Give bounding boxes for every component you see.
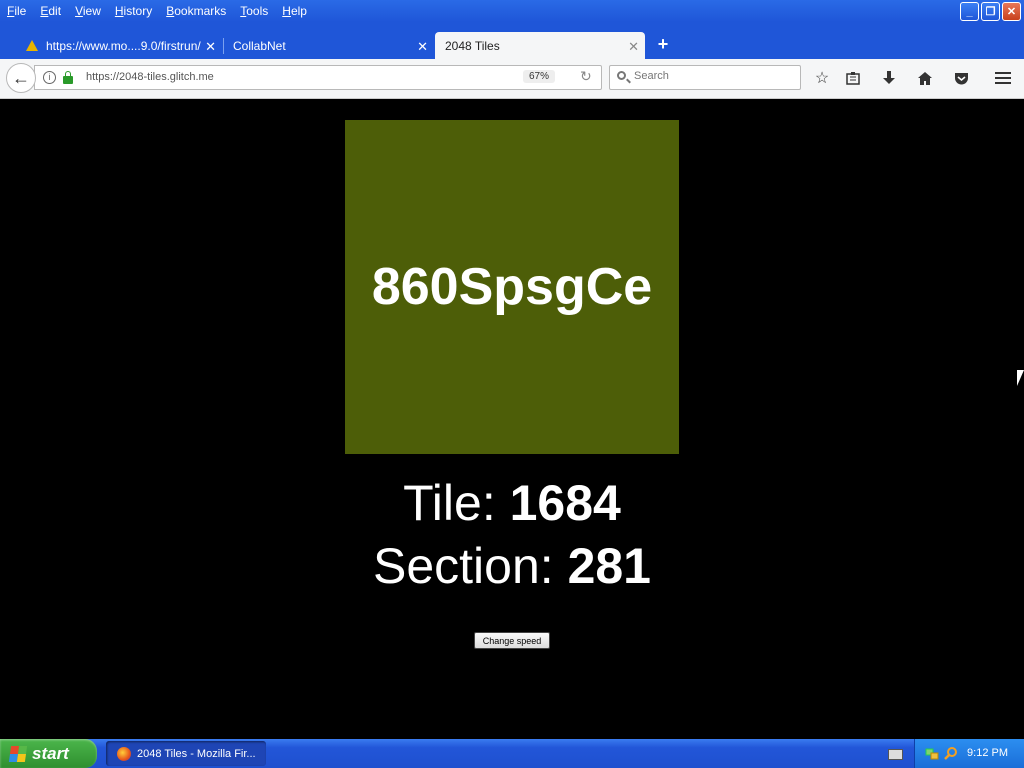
title-bar: File Edit View History Bookmarks Tools H… (0, 0, 1024, 22)
warning-icon (26, 40, 38, 51)
section-counter-label: Section: (373, 538, 568, 594)
close-window-button[interactable]: ✕ (1002, 2, 1021, 21)
page-content: 860SpsgCe Tile: 1684 Section: 281 Change… (0, 99, 1024, 739)
close-tab-icon[interactable]: ✕ (628, 39, 639, 55)
menu-tools[interactable]: Tools (233, 0, 275, 22)
new-tab-icon[interactable]: + (655, 32, 671, 56)
reading-list-icon[interactable] (842, 67, 864, 89)
zoom-indicator[interactable]: 67% (523, 70, 556, 83)
menu-bookmarks[interactable]: Bookmarks (159, 0, 233, 22)
download-icon[interactable] (878, 67, 900, 89)
close-tab-icon[interactable]: ✕ (417, 39, 428, 55)
tab-label: 2048 Tiles (445, 38, 500, 53)
menu-file[interactable]: File (0, 0, 33, 22)
search-icon (617, 71, 626, 80)
tab-collabnet[interactable]: CollabNet ✕ (224, 32, 434, 59)
bookmark-star-icon[interactable]: ☆ (811, 67, 833, 89)
game-tile: 860SpsgCe (345, 120, 679, 454)
nav-bar: i https://2048-tiles.glitch.me 67% ↻ ← ☆ (0, 59, 1024, 99)
tab-firstrun[interactable]: https://www.mo....9.0/firstrun/ ✕ (0, 32, 222, 59)
section-counter-value: 281 (567, 538, 651, 594)
hamburger-menu-icon[interactable] (992, 67, 1014, 89)
close-tab-icon[interactable]: ✕ (205, 39, 216, 55)
taskbar-item-label: 2048 Tiles - Mozilla Fir... (137, 747, 256, 760)
lock-icon (63, 71, 73, 84)
section-counter: Section: 281 (0, 537, 1024, 595)
network-icon[interactable] (925, 746, 939, 760)
tile-text: 860SpsgCe (371, 258, 653, 316)
tab-label: CollabNet (233, 38, 286, 53)
search-input[interactable] (632, 69, 796, 83)
keyboard-icon[interactable] (888, 749, 903, 760)
start-button[interactable]: start (0, 739, 97, 768)
restore-button[interactable]: ❐ (981, 2, 1000, 21)
menu-edit[interactable]: Edit (33, 0, 68, 22)
home-icon[interactable] (914, 67, 936, 89)
minimize-button[interactable]: _ (960, 2, 979, 21)
clock: 9:12 PM (967, 747, 1008, 759)
menu-help[interactable]: Help (275, 0, 314, 22)
start-label: start (32, 743, 69, 763)
tile-counter-value: 1684 (509, 475, 621, 531)
tab-2048-tiles[interactable]: 2048 Tiles ✕ (435, 32, 645, 59)
taskbar: start 2048 Tiles - Mozilla Fir... 9:12 P… (0, 739, 1024, 768)
windows-logo-icon (8, 745, 28, 762)
menu-view[interactable]: View (68, 0, 108, 22)
info-icon[interactable]: i (43, 71, 56, 84)
system-tray: 9:12 PM (914, 739, 1024, 768)
tile-counter-label: Tile: (403, 475, 510, 531)
mouse-cursor-icon (1017, 370, 1024, 386)
firefox-icon (117, 746, 131, 761)
tab-strip: https://www.mo....9.0/firstrun/ ✕ Collab… (0, 22, 1024, 59)
tab-label: https://www.mo....9.0/firstrun/ (46, 38, 201, 53)
reload-icon[interactable]: ↻ (580, 68, 592, 85)
taskbar-item-firefox[interactable]: 2048 Tiles - Mozilla Fir... (106, 741, 266, 766)
search-icon[interactable] (944, 746, 958, 760)
menu-bar: File Edit View History Bookmarks Tools H… (0, 0, 314, 22)
url-text[interactable]: https://2048-tiles.glitch.me (86, 71, 214, 83)
url-bar[interactable]: i https://2048-tiles.glitch.me 67% ↻ (34, 65, 602, 90)
arrow-left-icon: ← (12, 67, 30, 88)
back-button[interactable]: ← (6, 63, 36, 93)
search-box[interactable] (609, 65, 801, 90)
change-speed-button[interactable]: Change speed (474, 632, 550, 649)
tile-counter: Tile: 1684 (0, 474, 1024, 532)
pocket-icon[interactable] (950, 67, 972, 89)
menu-history[interactable]: History (108, 0, 159, 22)
